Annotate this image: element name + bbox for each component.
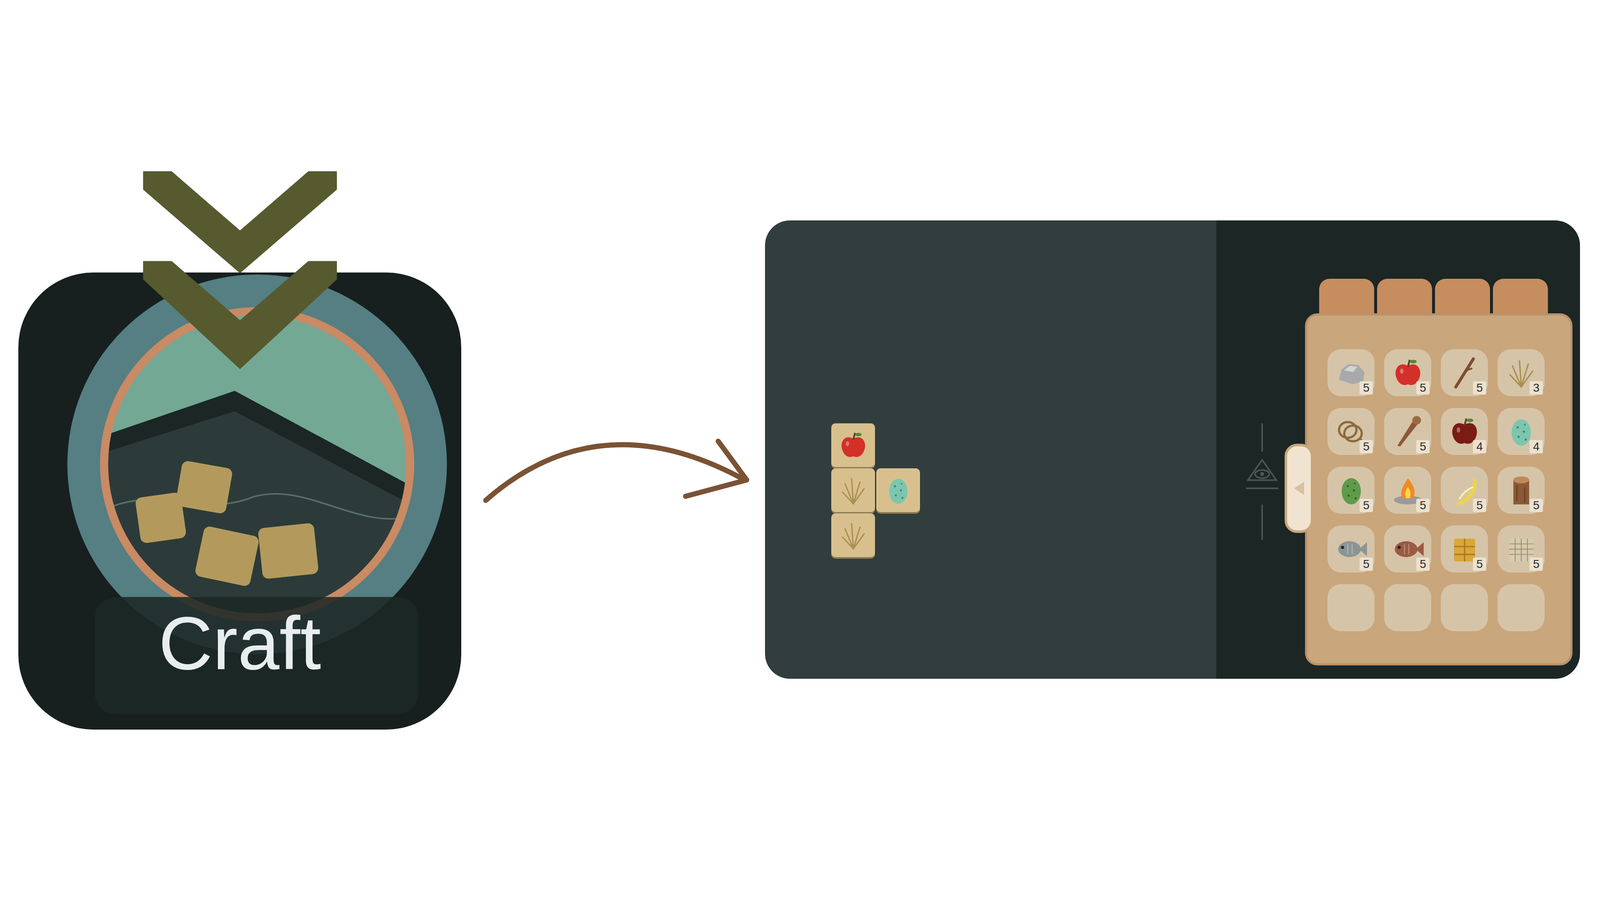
inventory-slot[interactable]: 4	[1440, 407, 1488, 455]
crafting-area	[765, 220, 1217, 679]
crafting-tile[interactable]	[876, 468, 920, 513]
inventory-slot[interactable]: 5	[1327, 349, 1375, 397]
inventory-slot[interactable]: 5	[1440, 349, 1488, 397]
inventory-tabs	[1305, 278, 1573, 314]
inventory-slot[interactable]	[1384, 584, 1432, 632]
item-count-badge: 5	[1529, 498, 1543, 513]
inventory-slot[interactable]: 5	[1440, 466, 1488, 514]
down-chevrons-icon	[142, 171, 338, 370]
item-count-badge: 5	[1416, 440, 1430, 454]
inventory-slot[interactable]: 5	[1440, 525, 1488, 573]
inventory-slot[interactable]	[1327, 584, 1375, 632]
item-count-badge: 5	[1359, 440, 1373, 454]
inventory-slot[interactable]: 5	[1327, 466, 1375, 514]
inventory-toggle-handle[interactable]	[1284, 443, 1314, 533]
inventory-slot[interactable]: 5	[1384, 349, 1432, 397]
inventory-slot[interactable]: 5	[1497, 525, 1545, 573]
item-count-badge: 5	[1416, 557, 1430, 571]
item-count-badge: 5	[1416, 498, 1430, 513]
crafting-row	[831, 423, 920, 468]
inventory-panel: 5 5 5 3 5 5 4 4 5 5 5 5 5 5 5 5	[1305, 313, 1573, 666]
inventory-slot[interactable]: 5	[1327, 407, 1375, 455]
inventory-tab[interactable]	[1319, 278, 1375, 314]
game-screen: 5 5 5 3 5 5 4 4 5 5 5 5 5 5 5 5	[765, 220, 1580, 679]
item-count-badge: 5	[1416, 381, 1430, 395]
inventory-slot[interactable]: 4	[1497, 407, 1545, 455]
item-count-badge: 4	[1529, 440, 1543, 454]
collapse-arrow-icon	[1294, 481, 1305, 495]
crafting-grid	[831, 423, 920, 558]
item-count-badge: 4	[1472, 440, 1487, 454]
crafting-tile[interactable]	[831, 423, 875, 468]
blue-egg-icon	[881, 473, 915, 508]
curved-arrow-icon	[477, 420, 753, 508]
item-count-badge: 5	[1472, 381, 1487, 395]
page: Craft 5 5 5 3 5 5 4 4 5 5 5 5 5 5 5 5	[0, 0, 1600, 900]
inventory-slot[interactable]	[1440, 584, 1488, 632]
inventory-slot[interactable]: 5	[1384, 466, 1432, 514]
inventory-slot[interactable]: 5	[1384, 525, 1432, 573]
craft-button[interactable]: Craft	[18, 272, 462, 730]
item-count-badge: 5	[1359, 557, 1373, 571]
item-count-badge: 5	[1472, 557, 1487, 571]
craft-label: Craft	[18, 605, 462, 681]
inventory: 5 5 5 3 5 5 4 4 5 5 5 5 5 5 5 5	[1305, 278, 1573, 666]
inventory-grid: 5 5 5 3 5 5 4 4 5 5 5 5 5 5 5 5	[1327, 349, 1545, 632]
inventory-slot[interactable]: 5	[1384, 407, 1432, 455]
item-count-badge: 5	[1472, 498, 1487, 513]
inventory-slot[interactable]	[1497, 584, 1545, 632]
grass-icon	[836, 473, 870, 508]
inventory-slot[interactable]: 3	[1497, 349, 1545, 397]
item-count-badge: 5	[1359, 381, 1373, 395]
inventory-tab[interactable]	[1435, 278, 1490, 314]
crafting-tile[interactable]	[831, 468, 875, 513]
crafting-empty-cell	[876, 423, 920, 468]
apple-icon	[836, 428, 870, 463]
grass-icon	[836, 518, 870, 553]
eye-icon[interactable]	[1243, 423, 1285, 540]
inventory-area: 5 5 5 3 5 5 4 4 5 5 5 5 5 5 5 5	[1216, 220, 1580, 679]
inventory-tab[interactable]	[1377, 278, 1433, 314]
inventory-tab[interactable]	[1492, 278, 1548, 314]
inventory-slot[interactable]: 5	[1497, 466, 1545, 514]
item-count-badge: 3	[1529, 381, 1543, 395]
crafting-row	[831, 513, 920, 558]
crafting-empty-cell	[876, 513, 920, 558]
crafting-row	[831, 468, 920, 513]
crafting-tile[interactable]	[831, 513, 875, 558]
item-count-badge: 5	[1359, 498, 1373, 513]
inventory-slot[interactable]: 5	[1327, 525, 1375, 573]
item-count-badge: 5	[1529, 557, 1543, 571]
